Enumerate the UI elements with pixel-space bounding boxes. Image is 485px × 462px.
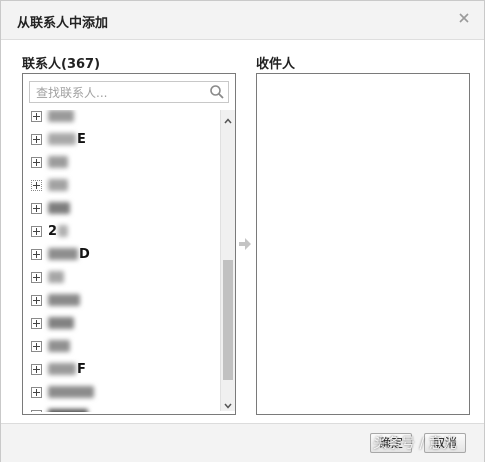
expand-plus-icon[interactable] [31,294,42,306]
contact-row[interactable] [31,291,81,309]
dialog-title: 从联系人中添加 [17,16,109,31]
cancel-button[interactable]: 取消 [424,433,467,453]
expand-plus-icon[interactable] [31,340,42,352]
contact-name-redacted [48,409,88,412]
contact-row[interactable] [31,110,75,125]
expand-plus-icon[interactable] [31,110,42,122]
expand-plus-icon[interactable] [31,317,42,329]
contact-row[interactable] [31,406,89,412]
contact-row[interactable] [31,199,71,217]
contact-list[interactable]: E 2 D F [23,110,218,412]
contact-name-redacted [48,294,80,306]
contact-name-redacted [48,248,78,260]
contact-name-redacted [48,340,70,352]
recipients-label: 收件人 [256,57,296,72]
contact-list-scrollbar[interactable] [220,110,235,411]
contact-name-visible: E [77,131,86,147]
contact-name-redacted [48,133,76,145]
expand-plus-icon[interactable] [31,202,42,214]
confirm-button[interactable]: 确定 [370,433,413,453]
contact-name-visible: F [77,361,86,377]
scrollbar-thumb[interactable] [223,260,233,380]
expand-plus-icon[interactable] [31,248,42,260]
arrow-right-icon[interactable] [238,236,252,250]
contact-name-redacted [48,110,74,122]
close-icon[interactable] [456,10,472,26]
contact-row[interactable] [31,153,69,171]
contact-name-redacted [48,317,74,329]
contact-search-box [29,81,229,103]
contact-row[interactable] [31,383,95,401]
expand-plus-icon[interactable] [31,386,42,398]
contact-search-input[interactable] [30,83,212,103]
contact-row[interactable]: F [31,360,86,378]
contact-row[interactable]: E [31,130,86,148]
contact-name-redacted [48,179,68,191]
contact-name-redacted [58,225,69,237]
expand-plus-icon[interactable] [31,409,42,412]
recipients-panel[interactable] [256,73,470,415]
contact-row[interactable] [31,268,65,286]
contact-name-redacted [48,363,76,375]
expand-plus-icon[interactable] [31,271,42,283]
contact-row[interactable] [31,337,71,355]
expand-plus-icon[interactable] [31,179,42,191]
contact-name-redacted [48,202,70,214]
contact-row[interactable]: D [31,245,90,263]
expand-plus-icon[interactable] [31,156,42,168]
contact-name-visible: 2 [48,223,58,239]
add-from-contacts-dialog: 从联系人中添加 联系人(367) 收件人 查找联系人... E 2 D F 确定… [0,0,485,462]
contact-name-redacted [48,156,68,168]
contacts-panel: E 2 [22,73,236,415]
expand-plus-icon[interactable] [31,363,42,375]
contact-name-redacted [48,386,94,398]
contact-row[interactable] [31,314,75,332]
contact-row[interactable]: 2 [31,222,69,240]
chevron-down-icon[interactable] [222,397,234,409]
search-icon[interactable] [209,84,225,100]
contact-name-visible: D [79,246,90,262]
contact-row[interactable] [31,176,69,194]
dialog-titlebar: 从联系人中添加 [1,1,484,40]
chevron-up-icon[interactable] [222,112,234,124]
expand-plus-icon[interactable] [31,225,42,237]
contact-name-redacted [48,271,64,283]
expand-plus-icon[interactable] [31,133,42,145]
contacts-label: 联系人(367) [22,57,101,72]
dialog-footer: 确定 取消 [1,423,484,462]
